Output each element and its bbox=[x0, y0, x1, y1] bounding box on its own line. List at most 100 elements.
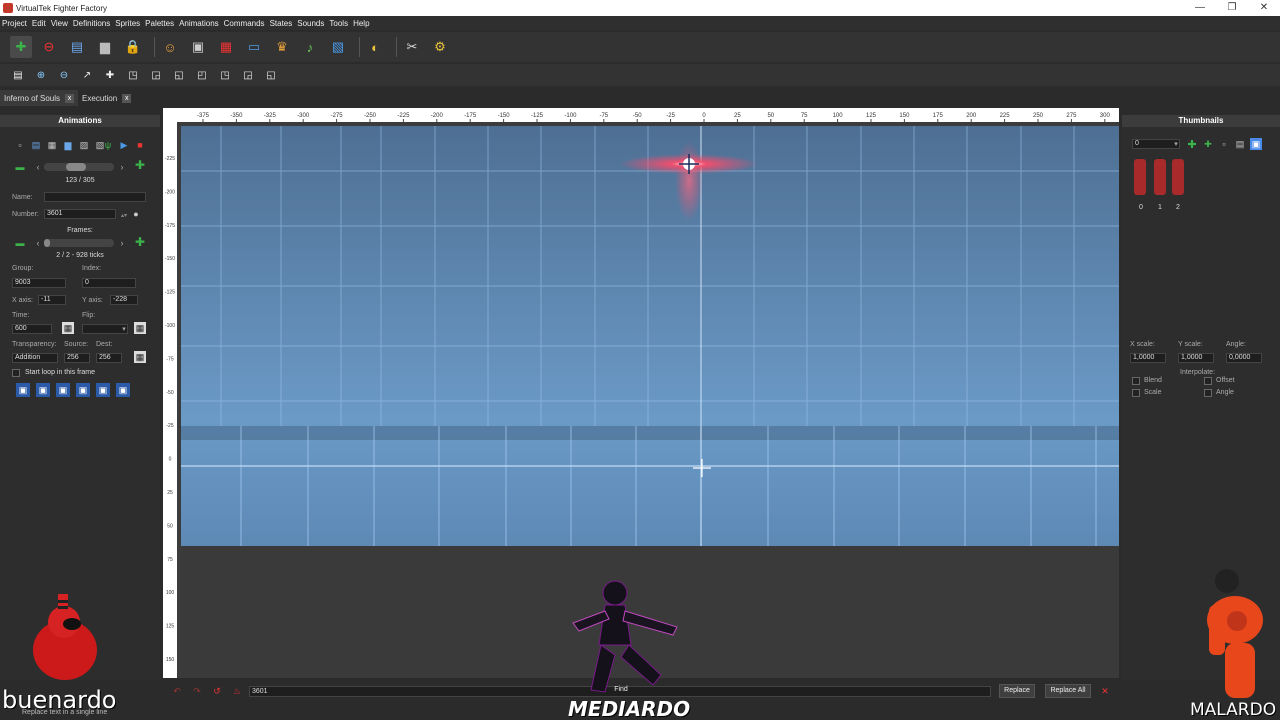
flip-icon[interactable]: ▦ bbox=[134, 322, 146, 334]
xaxis-field[interactable]: -11 bbox=[38, 295, 66, 305]
chevron-down-icon[interactable]: ▾ bbox=[1170, 138, 1182, 150]
search-anim-icon[interactable]: ● bbox=[130, 208, 142, 220]
open-anim-icon[interactable]: ▤ bbox=[30, 139, 42, 151]
menu-sprites[interactable]: Sprites bbox=[115, 19, 140, 28]
clsn-4-icon[interactable]: ▣ bbox=[76, 383, 90, 397]
prev-frame-icon[interactable]: ‹ bbox=[32, 237, 44, 249]
number-field[interactable]: 3601 bbox=[44, 209, 116, 219]
tab-close-icon[interactable]: x bbox=[65, 93, 75, 103]
collision-3-icon[interactable]: ◱ bbox=[171, 67, 187, 83]
sprites-icon[interactable]: ▣ bbox=[187, 36, 209, 58]
crosshair-icon[interactable]: ✚ bbox=[102, 67, 118, 83]
menu-edit[interactable]: Edit bbox=[32, 19, 46, 28]
clsn-5-icon[interactable]: ▣ bbox=[96, 383, 110, 397]
loop-checkbox[interactable] bbox=[12, 369, 20, 377]
frame-slider-thumb[interactable] bbox=[44, 239, 50, 247]
characters-icon[interactable]: ☺ bbox=[159, 36, 181, 58]
scale-checkbox[interactable] bbox=[1132, 389, 1140, 397]
angle-checkbox[interactable] bbox=[1204, 389, 1212, 397]
offset-checkbox[interactable] bbox=[1204, 377, 1212, 385]
collision-4-icon[interactable]: ◰ bbox=[194, 67, 210, 83]
minimize-button[interactable]: — bbox=[1184, 0, 1216, 16]
close-bar-icon[interactable]: ✕ bbox=[1099, 685, 1111, 697]
dest-field[interactable]: 256 bbox=[96, 353, 122, 363]
save-icon[interactable]: ▆ bbox=[94, 36, 116, 58]
clsn-3-icon[interactable]: ▣ bbox=[56, 383, 70, 397]
animations-icon[interactable]: ▦ bbox=[215, 36, 237, 58]
states-icon[interactable]: ▧ bbox=[327, 36, 349, 58]
close-project-icon[interactable]: ⊖ bbox=[38, 36, 60, 58]
sounds-icon[interactable]: ♪ bbox=[299, 36, 321, 58]
source-field[interactable]: 256 bbox=[64, 353, 90, 363]
group-field[interactable]: 9003 bbox=[12, 278, 66, 288]
menu-commands[interactable]: Commands bbox=[224, 19, 265, 28]
save-thumbnail-icon[interactable]: ▣ bbox=[1250, 138, 1262, 150]
add-anim-icon[interactable]: ✚ bbox=[134, 158, 146, 172]
next-frame-icon[interactable]: › bbox=[116, 237, 128, 249]
menu-view[interactable]: View bbox=[51, 19, 68, 28]
new-project-icon[interactable]: ✚ bbox=[10, 36, 32, 58]
thumbnail-1-sprite[interactable] bbox=[1154, 159, 1166, 195]
menu-sounds[interactable]: Sounds bbox=[297, 19, 324, 28]
collision-6-icon[interactable]: ◲ bbox=[240, 67, 256, 83]
yaxis-field[interactable]: -228 bbox=[110, 295, 138, 305]
copy-anim-icon[interactable]: ▦ bbox=[46, 139, 58, 151]
lock-icon[interactable]: 🔒 bbox=[122, 36, 144, 58]
clsn-2-icon[interactable]: ▣ bbox=[36, 383, 50, 397]
stop-icon[interactable]: ■ bbox=[134, 139, 146, 151]
tool-anim-icon[interactable]: ψ bbox=[102, 139, 114, 151]
menu-animations[interactable]: Animations bbox=[179, 19, 219, 28]
name-field[interactable] bbox=[44, 192, 146, 202]
menu-states[interactable]: States bbox=[270, 19, 293, 28]
duplicate-thumbnail-icon[interactable]: ▤ bbox=[1234, 138, 1246, 150]
frame-slider-track[interactable] bbox=[44, 239, 114, 247]
add-thumbnail-icon[interactable]: ✚ bbox=[1186, 138, 1198, 151]
save-anim-icon[interactable]: ▆ bbox=[62, 139, 74, 151]
index-field[interactable]: 0 bbox=[82, 278, 136, 288]
prev-anim-icon[interactable]: ‹ bbox=[32, 161, 44, 173]
clsn-6-icon[interactable]: ▣ bbox=[116, 383, 130, 397]
play-icon[interactable]: ▶ bbox=[118, 139, 130, 151]
chevron-down-icon[interactable]: ▾ bbox=[118, 323, 130, 335]
clipboard-icon[interactable]: ▤ bbox=[10, 67, 26, 83]
remove-frame-icon[interactable]: ▬ bbox=[14, 237, 26, 249]
blend-checkbox[interactable] bbox=[1132, 377, 1140, 385]
next-anim-icon[interactable]: › bbox=[116, 161, 128, 173]
undo-icon[interactable]: ↶ bbox=[171, 685, 183, 697]
tab-inferno-of-souls[interactable]: Inferno of Souls x bbox=[0, 90, 79, 106]
rotate-left-icon[interactable]: ↺ bbox=[211, 685, 223, 697]
angle-field[interactable]: 0,0000 bbox=[1226, 353, 1262, 363]
redo-icon[interactable]: ↷ bbox=[191, 685, 203, 697]
edit-anim-icon[interactable]: ▨ bbox=[78, 139, 90, 151]
yscale-field[interactable]: 1,0000 bbox=[1178, 353, 1214, 363]
arrow-icon[interactable]: ↗ bbox=[79, 67, 95, 83]
zoom-out-icon[interactable]: ⊖ bbox=[56, 67, 72, 83]
flame-icon[interactable]: ♨ bbox=[231, 685, 243, 697]
remove-anim-icon[interactable]: ▬ bbox=[14, 161, 26, 173]
transparency-select[interactable]: Addition bbox=[12, 353, 58, 363]
collision-5-icon[interactable]: ◳ bbox=[217, 67, 233, 83]
copy-thumbnail-icon[interactable]: ▫ bbox=[1218, 138, 1230, 150]
menu-help[interactable]: Help bbox=[353, 19, 369, 28]
tools-icon[interactable]: ✂ bbox=[401, 36, 423, 58]
menu-definitions[interactable]: Definitions bbox=[73, 19, 110, 28]
commands-icon[interactable]: ▭ bbox=[243, 36, 265, 58]
new-anim-icon[interactable]: ▫ bbox=[14, 139, 26, 151]
zoom-in-icon[interactable]: ⊕ bbox=[33, 67, 49, 83]
tab-execution[interactable]: Execution x bbox=[78, 90, 135, 106]
number-stepper[interactable]: ▴▾ bbox=[118, 209, 130, 221]
tab-close-icon[interactable]: x bbox=[122, 93, 132, 103]
close-button[interactable]: ✕ bbox=[1248, 0, 1280, 16]
thumbnail-0-sprite[interactable] bbox=[1134, 159, 1146, 195]
collision-1-icon[interactable]: ◳ bbox=[125, 67, 141, 83]
anim-slider-thumb[interactable] bbox=[66, 163, 86, 171]
joystick-icon[interactable]: ♛ bbox=[271, 36, 293, 58]
clsn-1-icon[interactable]: ▣ bbox=[16, 383, 30, 397]
menu-palettes[interactable]: Palettes bbox=[145, 19, 174, 28]
menu-tools[interactable]: Tools bbox=[329, 19, 348, 28]
collision-2-icon[interactable]: ◲ bbox=[148, 67, 164, 83]
palette-icon[interactable]: ◐ bbox=[364, 36, 386, 58]
replace-all-button[interactable]: Replace All bbox=[1045, 684, 1091, 698]
add-frame-icon[interactable]: ✚ bbox=[134, 235, 146, 249]
transparency-icon[interactable]: ▦ bbox=[134, 351, 146, 363]
